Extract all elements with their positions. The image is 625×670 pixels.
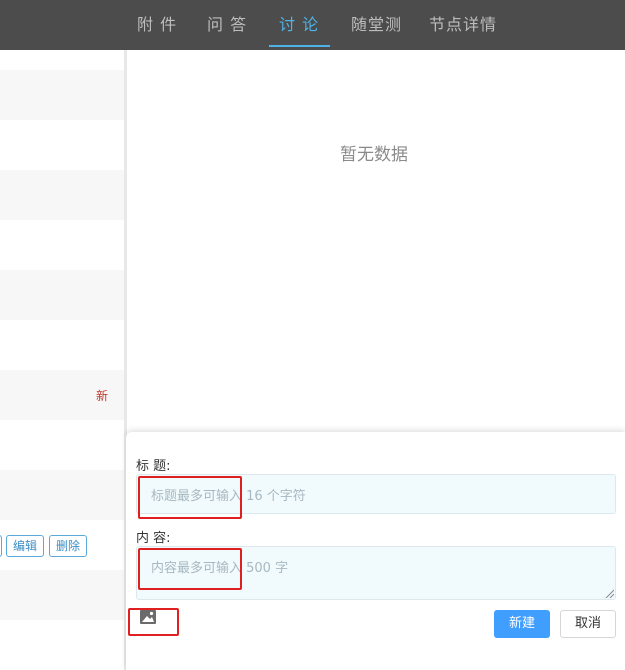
top-tab-bar: 附 件 问 答 讨 论 随堂测 节点详情 xyxy=(0,0,625,50)
highlight-box xyxy=(138,476,242,519)
list-item[interactable] xyxy=(0,70,125,120)
list-item[interactable] xyxy=(0,420,125,470)
create-button[interactable]: 新建 xyxy=(494,610,550,638)
content-label: 内 容: xyxy=(136,531,171,546)
highlight-box xyxy=(138,548,242,590)
list-item[interactable] xyxy=(0,570,125,620)
highlight-box xyxy=(128,608,179,636)
tab-attachments[interactable]: 附 件 xyxy=(137,13,177,37)
tab-discussion[interactable]: 讨 论 xyxy=(279,13,319,37)
left-list-pane xyxy=(0,50,125,670)
cancel-button[interactable]: 取消 xyxy=(560,610,616,638)
tab-qa[interactable]: 问 答 xyxy=(207,13,247,37)
list-item[interactable] xyxy=(0,220,125,270)
tab-node-details[interactable]: 节点详情 xyxy=(429,13,497,37)
list-item[interactable] xyxy=(0,120,125,170)
tab-quiz[interactable]: 随堂测 xyxy=(351,13,402,37)
title-label: 标 题: xyxy=(136,459,171,474)
active-tab-indicator xyxy=(269,45,330,47)
delete-button[interactable]: 删除 xyxy=(49,535,87,557)
list-item[interactable] xyxy=(0,170,125,220)
list-item[interactable] xyxy=(0,470,125,520)
empty-state-text: 暂无数据 xyxy=(340,145,408,165)
list-item[interactable] xyxy=(0,320,125,370)
list-item[interactable] xyxy=(0,270,125,320)
new-badge: 新 xyxy=(96,389,109,403)
edit-button[interactable]: 编辑 xyxy=(6,535,44,557)
resize-handle-icon[interactable] xyxy=(604,588,614,598)
partial-button[interactable] xyxy=(0,535,2,557)
